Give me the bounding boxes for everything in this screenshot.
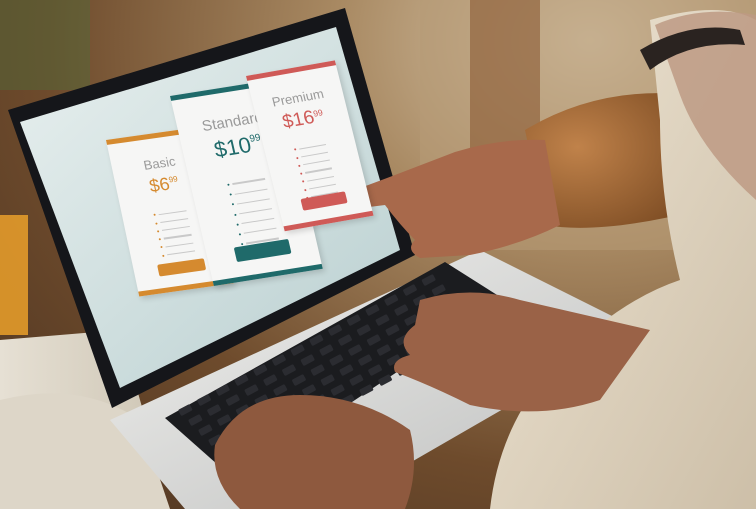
laptop-photo [0, 0, 756, 509]
photo-scene: Basic $699 Standard $1099 Premium $1699 [0, 0, 756, 509]
background-plant [0, 0, 90, 90]
drink-glass [0, 215, 28, 335]
